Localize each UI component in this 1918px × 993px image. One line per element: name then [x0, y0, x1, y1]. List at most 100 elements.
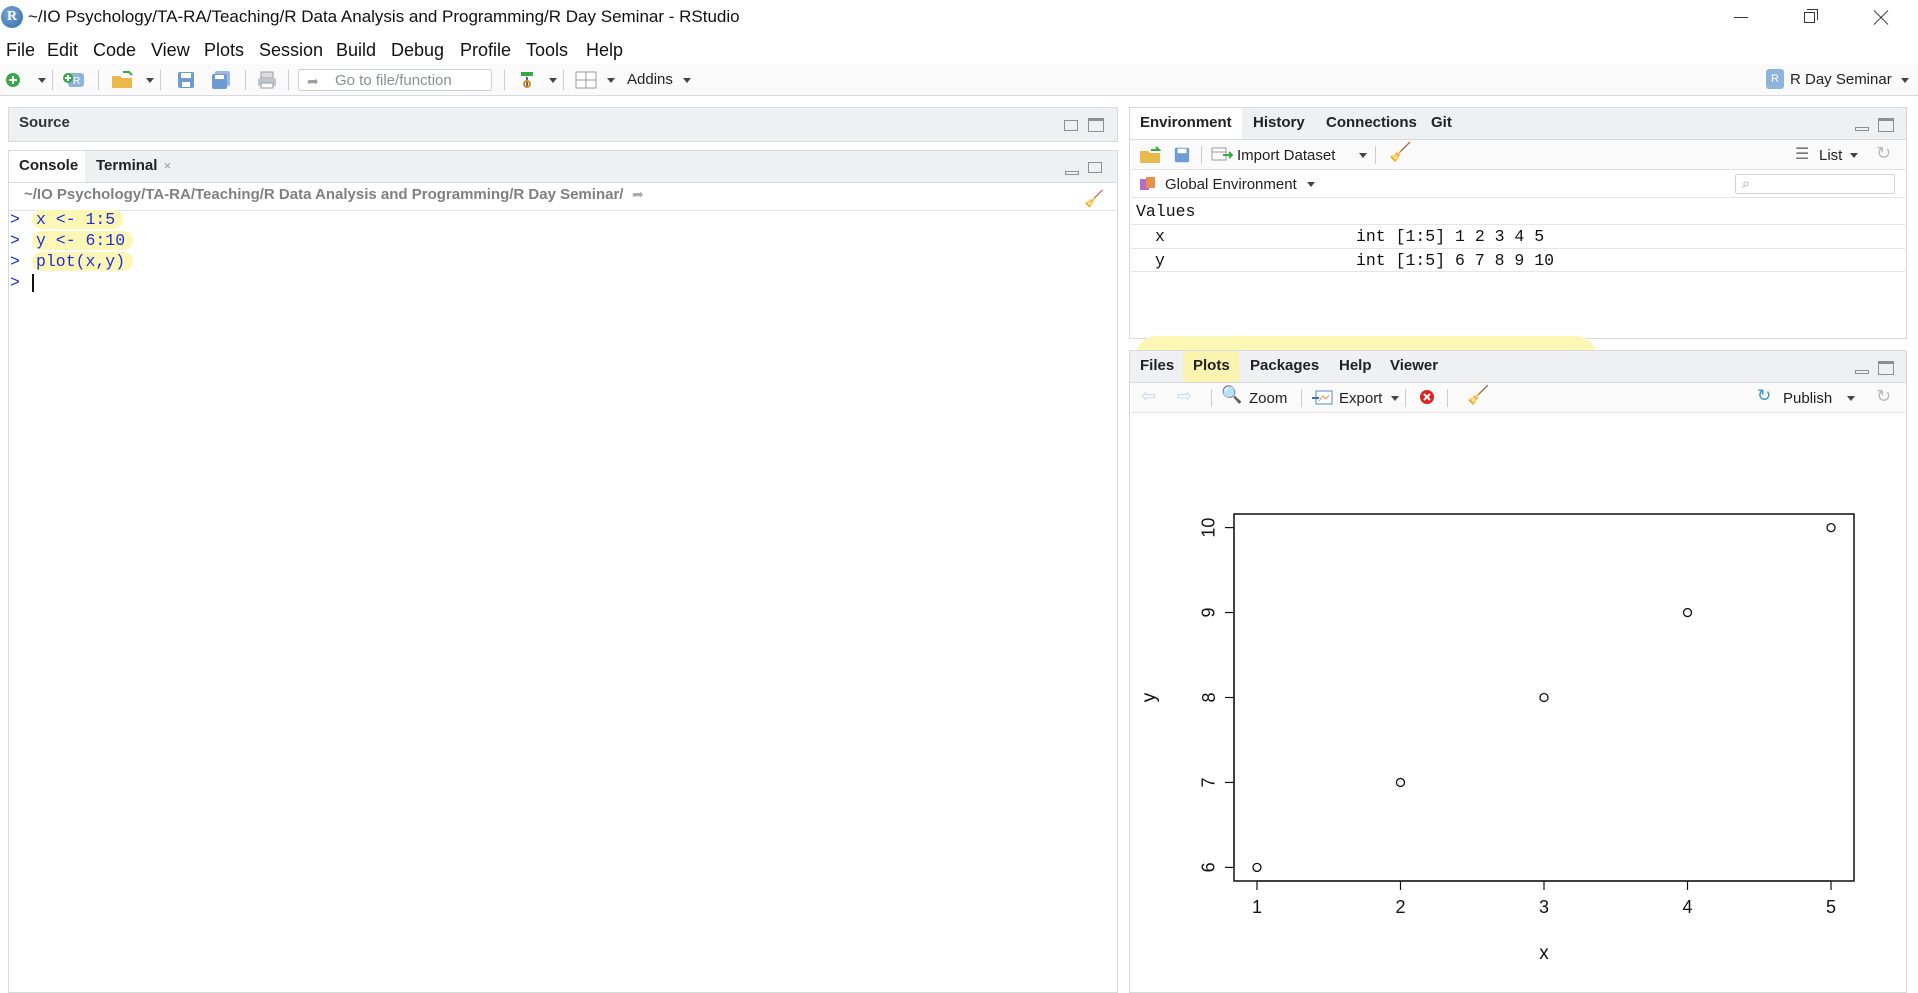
go-to-directory-icon[interactable]: ➦ — [632, 186, 644, 203]
close-button[interactable] — [1846, 0, 1914, 36]
save-workspace-icon[interactable] — [1173, 146, 1191, 164]
clear-workspace-icon[interactable]: 🧹 — [1389, 142, 1411, 163]
zoom-button[interactable]: Zoom — [1249, 390, 1287, 407]
data-point — [1682, 607, 1693, 618]
console-output[interactable]: > x <- 1:5 > y <- 6:10 > plot(x,y) > — [10, 210, 134, 294]
project-menu[interactable]: R Day Seminar — [1790, 71, 1892, 88]
view-mode-dropdown[interactable]: List — [1819, 147, 1842, 164]
environment-row[interactable]: x int [1:5] 1 2 3 4 5 — [1131, 224, 1905, 248]
environment-toolbar: Import Dataset 🧹 ☰ List ↻ — [1131, 140, 1905, 170]
toolbar-separator — [1211, 389, 1212, 407]
open-folder-icon[interactable] — [110, 70, 136, 90]
workspace-panes-icon[interactable] — [575, 70, 597, 90]
menu-plots[interactable]: Plots — [204, 40, 244, 61]
new-file-icon[interactable] — [4, 70, 22, 90]
menu-help[interactable]: Help — [586, 40, 623, 61]
publish-caret-icon[interactable] — [1847, 396, 1855, 401]
console-code: x <- 1:5 — [32, 210, 124, 229]
tab-viewer-label: Viewer — [1390, 357, 1439, 374]
toolbar-separator — [288, 70, 289, 90]
menu-session[interactable]: Session — [259, 40, 323, 61]
menu-view[interactable]: View — [151, 40, 190, 61]
maximize-pane-icon[interactable] — [1878, 118, 1894, 132]
menu-tools[interactable]: Tools — [526, 40, 568, 61]
tab-connections[interactable]: Connections — [1316, 108, 1420, 139]
source-pane: Source — [8, 107, 1118, 142]
tab-help[interactable]: Help — [1329, 351, 1379, 382]
maximize-pane-icon[interactable] — [1088, 118, 1104, 132]
tab-git[interactable]: Git — [1421, 108, 1463, 139]
restore-button[interactable] — [1776, 0, 1844, 36]
console-tabbar: Console Terminal × — [9, 151, 1117, 183]
version-control-icon[interactable] — [518, 70, 536, 90]
import-caret-icon[interactable] — [1359, 153, 1367, 158]
tab-connections-label: Connections — [1326, 114, 1417, 131]
menu-edit[interactable]: Edit — [47, 40, 78, 61]
environment-row[interactable]: y int [1:5] 6 7 8 9 10 — [1131, 248, 1905, 272]
tab-environment[interactable]: Environment — [1130, 108, 1242, 139]
refresh-icon[interactable]: ↻ — [1876, 143, 1891, 164]
tab-terminal[interactable]: Terminal × — [86, 151, 184, 182]
publish-button[interactable]: Publish — [1783, 390, 1832, 407]
minimize-pane-icon[interactable] — [1065, 171, 1079, 175]
maximize-pane-icon[interactable] — [1088, 162, 1102, 173]
close-tab-icon[interactable]: × — [164, 158, 172, 173]
save-icon[interactable] — [176, 70, 196, 90]
view-mode-caret-icon[interactable] — [1850, 153, 1858, 158]
import-dataset-icon[interactable] — [1211, 146, 1233, 164]
tab-viewer[interactable]: Viewer — [1380, 351, 1446, 382]
addins-button[interactable]: Addins — [627, 71, 673, 88]
minimize-button[interactable] — [1706, 0, 1774, 36]
minimize-pane-icon[interactable] — [1855, 127, 1869, 131]
tab-history[interactable]: History — [1243, 108, 1315, 139]
console-line: > x <- 1:5 — [10, 210, 133, 231]
global-environment-dropdown[interactable]: Global Environment — [1165, 176, 1297, 193]
save-all-icon[interactable] — [210, 70, 232, 90]
environment-search-input[interactable]: ⌕ — [1735, 174, 1895, 194]
toolbar-separator — [1201, 146, 1202, 164]
console-input-line[interactable]: > — [10, 273, 133, 294]
menu-debug[interactable]: Debug — [391, 40, 444, 61]
console-prompt: > — [10, 252, 20, 271]
export-button[interactable]: Export — [1339, 390, 1382, 407]
print-icon[interactable] — [256, 70, 278, 90]
x-tick-label: 2 — [1395, 897, 1405, 917]
remove-plot-icon[interactable] — [1419, 389, 1435, 405]
panes-caret-icon[interactable] — [607, 78, 615, 83]
menu-file[interactable]: File — [6, 40, 35, 61]
new-file-caret-icon[interactable] — [38, 78, 46, 83]
go-to-file-input[interactable]: ➦ Go to file/function — [298, 69, 492, 91]
export-caret-icon[interactable] — [1391, 396, 1399, 401]
project-caret-icon[interactable] — [1901, 78, 1909, 83]
tab-git-label: Git — [1431, 114, 1452, 131]
refresh-plot-icon[interactable]: ↻ — [1876, 386, 1891, 407]
tab-console[interactable]: Console — [9, 151, 85, 182]
previous-plot-icon[interactable]: ⇦ — [1141, 386, 1156, 407]
open-file-caret-icon[interactable] — [146, 78, 154, 83]
menu-profile[interactable]: Profile — [460, 40, 511, 61]
clear-all-plots-icon[interactable]: 🧹 — [1467, 385, 1489, 406]
publish-icon: ↻ — [1757, 386, 1772, 405]
tab-packages[interactable]: Packages — [1240, 351, 1328, 382]
maximize-pane-icon[interactable] — [1878, 361, 1894, 375]
clear-console-icon[interactable]: 🧹 — [1084, 189, 1106, 208]
load-workspace-icon[interactable] — [1139, 145, 1163, 165]
tab-plots[interactable]: Plots — [1183, 351, 1239, 382]
next-plot-icon[interactable]: ⇨ — [1177, 386, 1192, 407]
addins-caret-icon[interactable] — [683, 78, 691, 83]
scope-caret-icon[interactable] — [1307, 182, 1315, 187]
minimize-pane-icon[interactable] — [1855, 370, 1869, 374]
menu-code[interactable]: Code — [93, 40, 136, 61]
restore-pane-icon[interactable] — [1064, 120, 1078, 131]
vcs-caret-icon[interactable] — [549, 78, 557, 83]
menu-build[interactable]: Build — [336, 40, 376, 61]
console-working-directory[interactable]: ~/IO Psychology/TA-RA/Teaching/R Data An… — [24, 186, 623, 203]
new-project-icon[interactable]: R — [62, 70, 88, 90]
tab-files[interactable]: Files — [1130, 351, 1182, 382]
import-dataset-button[interactable]: Import Dataset — [1237, 147, 1335, 164]
console-line: > y <- 6:10 — [10, 231, 134, 252]
tab-help-label: Help — [1339, 357, 1372, 374]
x-axis: 1 2 3 4 5 — [1252, 880, 1836, 917]
toolbar-separator — [160, 70, 161, 90]
console-prompt: > — [10, 273, 20, 292]
